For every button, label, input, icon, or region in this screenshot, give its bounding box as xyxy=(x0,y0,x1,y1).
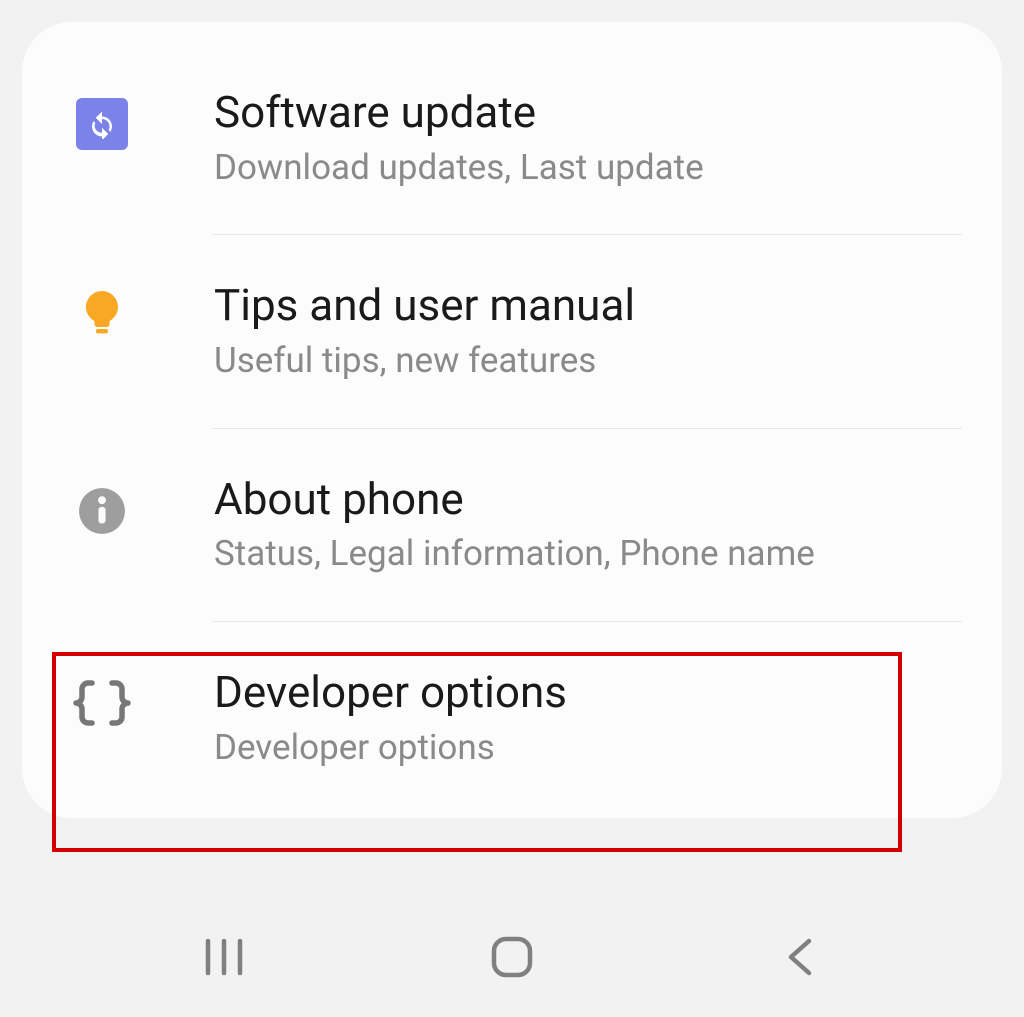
info-icon xyxy=(72,481,132,541)
update-icon xyxy=(72,94,132,154)
item-title: About phone xyxy=(214,473,962,526)
settings-item-software-update[interactable]: Software update Download updates, Last u… xyxy=(22,42,1002,234)
home-button[interactable] xyxy=(462,927,562,987)
back-button[interactable] xyxy=(750,927,850,987)
braces-icon xyxy=(72,674,132,734)
item-subtitle: Status, Legal information, Phone name xyxy=(214,531,962,577)
settings-card: Software update Download updates, Last u… xyxy=(22,22,1002,818)
settings-item-tips[interactable]: Tips and user manual Useful tips, new fe… xyxy=(22,235,1002,427)
item-title: Tips and user manual xyxy=(214,279,962,332)
item-title: Developer options xyxy=(214,666,962,719)
item-subtitle: Developer options xyxy=(214,725,962,771)
item-subtitle: Download updates, Last update xyxy=(214,145,962,191)
item-title: Software update xyxy=(214,86,962,139)
settings-item-developer-options[interactable]: Developer options Developer options xyxy=(22,622,1002,814)
settings-item-about-phone[interactable]: About phone Status, Legal information, P… xyxy=(22,429,1002,621)
item-subtitle: Useful tips, new features xyxy=(214,338,962,384)
navigation-bar xyxy=(0,897,1024,1017)
lightbulb-icon xyxy=(72,287,132,347)
recents-button[interactable] xyxy=(174,927,274,987)
